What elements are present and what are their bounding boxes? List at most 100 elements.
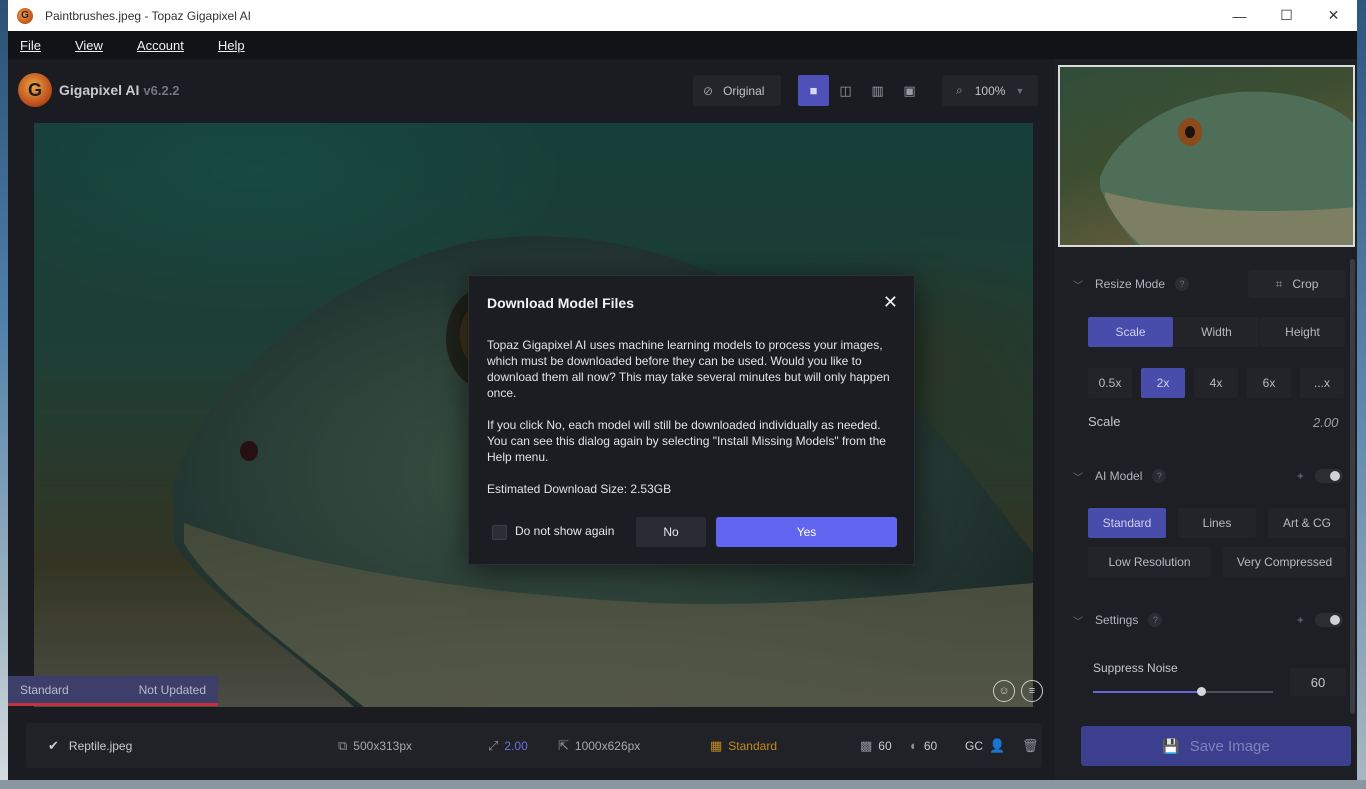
zoom-value: 100% — [974, 83, 1006, 98]
dialog-title: Download Model Files — [487, 295, 635, 311]
desktop-background-right — [1357, 0, 1366, 789]
tab-height[interactable]: Height — [1260, 317, 1345, 347]
original-toggle-button[interactable]: ⊘ Original — [693, 75, 781, 106]
desktop-background-bottom — [0, 780, 1366, 789]
title-bar: G Paintbrushes.jpeg - Topaz Gigapixel AI… — [8, 0, 1357, 31]
menu-help[interactable]: Help — [218, 38, 245, 53]
blur-info: ◐ 60 — [910, 738, 937, 753]
status-state: Not Updated — [138, 682, 206, 697]
dialog-close-icon[interactable]: ✕ — [883, 292, 898, 313]
suppress-noise-fill — [1093, 691, 1201, 693]
original-label: Original — [723, 83, 765, 98]
dialog-download-size: Estimated Download Size: 2.53GB — [487, 482, 672, 496]
eye-slash-icon: ⊘ — [703, 83, 714, 98]
scale-preset-6x[interactable]: 6x — [1247, 368, 1291, 398]
ai-model-auto-toggle[interactable] — [1315, 469, 1343, 483]
model-info-value: Standard — [728, 738, 777, 753]
scale-label: Scale — [1088, 414, 1121, 429]
gc-label: GC — [965, 738, 983, 753]
menu-bar: File View Account Help — [8, 31, 1357, 59]
chevron-down-icon: ﹀ — [1073, 616, 1083, 628]
save-image-button[interactable]: 💾 Save Image — [1081, 726, 1351, 766]
help-icon[interactable]: ? — [1152, 469, 1167, 483]
close-icon[interactable]: ✕ — [1310, 0, 1357, 31]
scale-preset-4x[interactable]: 4x — [1194, 368, 1238, 398]
neutral-face-icon[interactable]: ≡ — [1021, 680, 1043, 702]
do-not-show-label[interactable]: Do not show again — [515, 524, 614, 538]
input-size-value: 500x313px — [353, 738, 413, 753]
panel-scrollbar[interactable] — [1350, 259, 1355, 714]
scale-preset-0-5x[interactable]: 0.5x — [1088, 368, 1132, 398]
scale-preset-custom[interactable]: ...x — [1300, 368, 1344, 398]
happy-face-icon[interactable]: ☺ — [993, 680, 1015, 702]
resize-mode-label: Resize Mode — [1095, 277, 1166, 291]
crop-button[interactable]: ⌗ Crop — [1248, 270, 1346, 298]
resize-mode-tabs: Scale Width Height — [1088, 317, 1345, 347]
model-low-resolution[interactable]: Low Resolution — [1088, 547, 1211, 577]
suppress-noise-slider[interactable] — [1093, 687, 1273, 696]
dialog-paragraph-2: If you click No, each model will still b… — [487, 418, 886, 464]
noise-info: ▩ 60 — [860, 738, 892, 754]
yes-button[interactable]: Yes — [716, 517, 897, 547]
help-icon[interactable]: ? — [1148, 613, 1163, 627]
view-mode-group: ■ ◫ ▥ ▣ — [798, 75, 926, 106]
tab-scale[interactable]: Scale — [1088, 317, 1173, 347]
help-icon[interactable]: ? — [1175, 277, 1190, 291]
image-status-strip: Standard Not Updated — [8, 676, 218, 706]
file-entry[interactable]: ✔ Reptile.jpeg — [48, 738, 132, 754]
menu-file[interactable]: File — [20, 38, 41, 53]
zoom-dropdown[interactable]: ⌕ 100% ▼ — [942, 75, 1038, 106]
status-model: Standard — [20, 682, 69, 697]
quad-view-icon[interactable]: ▣ — [894, 75, 925, 106]
do-not-show-checkbox[interactable] — [492, 525, 507, 540]
delete-button[interactable]: 🗑 — [1022, 738, 1045, 754]
model-icon: ▦ — [710, 737, 723, 753]
maximize-icon[interactable]: ☐ — [1263, 0, 1310, 31]
face-recovery-icon: 👤 — [989, 737, 1006, 753]
menu-view[interactable]: View — [75, 38, 103, 53]
output-size: ⇱ 1000x626px — [558, 738, 640, 754]
suppress-noise-label: Suppress Noise — [1093, 661, 1178, 675]
menu-account[interactable]: Account — [137, 38, 184, 53]
scale-preset-2x[interactable]: 2x — [1141, 368, 1185, 398]
model-art-cg[interactable]: Art & CG — [1268, 508, 1346, 538]
chevron-down-icon: ﹀ — [1073, 280, 1083, 292]
export-icon: ⇱ — [558, 737, 569, 753]
window-controls: — ☐ ✕ — [1216, 0, 1357, 31]
model-standard[interactable]: Standard — [1088, 508, 1166, 538]
ai-model-row1: Standard Lines Art & CG — [1088, 508, 1346, 538]
file-name: Reptile.jpeg — [68, 738, 133, 753]
suppress-noise-thumb[interactable] — [1197, 687, 1206, 696]
chevron-down-icon: ﹀ — [1073, 472, 1083, 484]
trash-icon: 🗑 — [1022, 737, 1039, 753]
brand: G Gigapixel AI v6.2.2 — [18, 73, 180, 107]
ai-model-header[interactable]: ﹀ AI Model ? ✦ — [1073, 466, 1345, 486]
feedback-buttons: ☺ ≡ — [993, 680, 1049, 702]
dialog-paragraph-1: Topaz Gigapixel AI uses machine learning… — [487, 338, 890, 400]
minimize-icon[interactable]: — — [1216, 0, 1263, 31]
split-view-icon[interactable]: ◫ — [830, 75, 861, 106]
preview-reptile-image — [1100, 91, 1353, 245]
settings-auto-toggle[interactable] — [1315, 613, 1343, 627]
settings-header[interactable]: ﹀ Settings ? ✦ — [1073, 610, 1345, 630]
ai-model-label: AI Model — [1095, 469, 1143, 483]
model-very-compressed[interactable]: Very Compressed — [1223, 547, 1346, 577]
app-window: G Paintbrushes.jpeg - Topaz Gigapixel AI… — [8, 0, 1357, 780]
save-image-label: Save Image — [1189, 737, 1270, 755]
side-by-side-icon[interactable]: ▥ — [862, 75, 893, 106]
scale-value[interactable]: 2.00 — [1313, 415, 1338, 430]
settings-label: Settings — [1095, 613, 1139, 627]
noise-icon: ▩ — [860, 737, 873, 753]
navigator-preview[interactable] — [1058, 65, 1355, 247]
scale-info: ⤢ 2.00 — [488, 738, 528, 754]
tab-width[interactable]: Width — [1174, 317, 1259, 347]
no-button[interactable]: No — [636, 517, 706, 547]
model-lines[interactable]: Lines — [1178, 508, 1256, 538]
single-view-icon[interactable]: ■ — [798, 75, 829, 106]
output-size-value: 1000x626px — [574, 738, 641, 753]
image-info-bar: ✔ Reptile.jpeg ⧉ 500x313px ⤢ 2.00 ⇱ 1000… — [26, 723, 1042, 768]
gigapixel-logo-icon: G — [18, 73, 52, 107]
crop-icon: ⌗ — [1275, 276, 1283, 291]
suppress-noise-input[interactable]: 60 — [1290, 668, 1346, 696]
blur-info-value: 60 — [923, 738, 938, 753]
